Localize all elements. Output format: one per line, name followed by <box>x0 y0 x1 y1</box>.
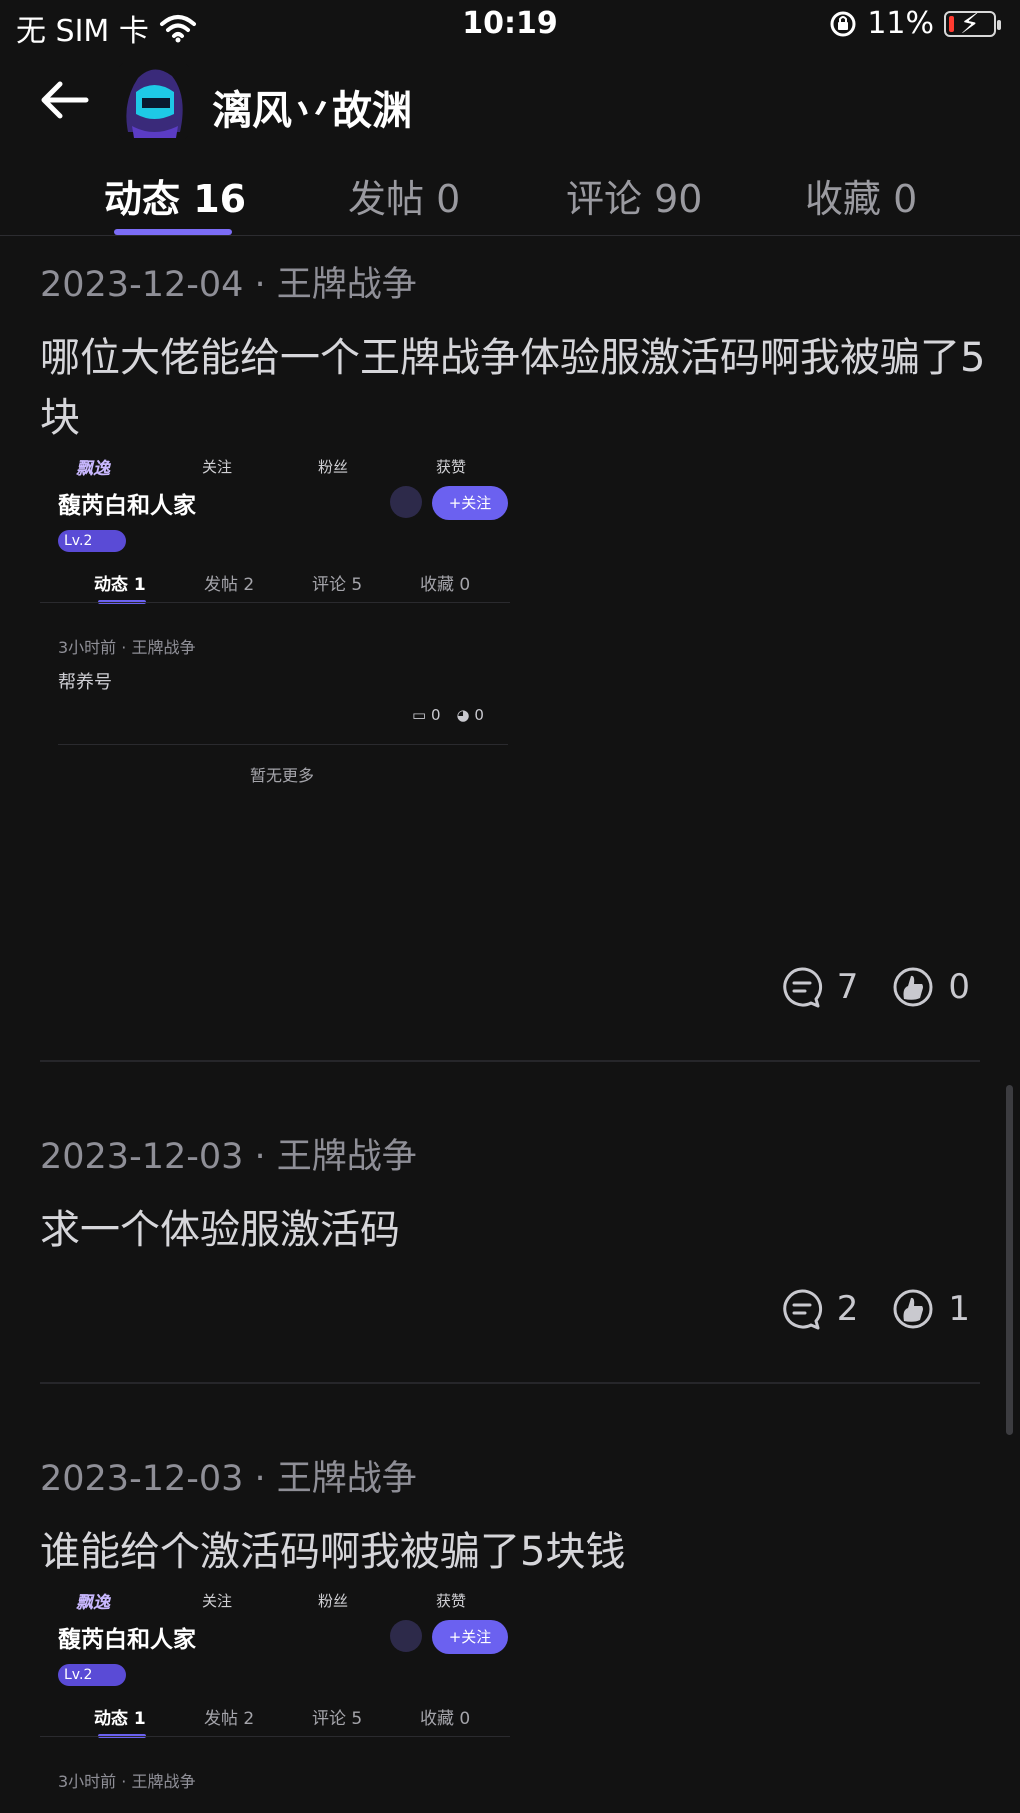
battery-percent: 11% <box>867 6 934 41</box>
post-image[interactable]: 飘逸 关注 粉丝 获赞 馥芮白和人家 +关注 Lv.2 动态 1 发帖 2 评论… <box>40 1590 510 1813</box>
divider <box>40 1060 980 1062</box>
like-button[interactable]: 1 <box>892 1288 970 1330</box>
embed-username: 馥芮白和人家 <box>58 493 196 519</box>
thumbs-up-icon <box>893 1289 933 1329</box>
embed-chat-icon <box>390 1620 422 1652</box>
embed-logo: 飘逸 <box>76 459 110 479</box>
avatar[interactable] <box>118 62 190 140</box>
profile-tabs: 动态 16 发帖 0 评论 90 收藏 0 <box>0 168 1020 235</box>
embed-likes-label: 获赞 <box>436 1592 467 1610</box>
back-arrow-icon[interactable] <box>36 72 92 128</box>
post-meta: 2023-12-04 · 王牌战争 <box>40 265 417 305</box>
embed-follow-button: +关注 <box>432 486 508 520</box>
embed-post-text: 帮养号 <box>58 672 112 693</box>
comment-button[interactable]: 7 <box>781 966 859 1008</box>
embed-level-badge: Lv.2 <box>58 530 126 552</box>
divider <box>40 1382 980 1384</box>
embed-tab: 发帖 2 <box>204 1709 255 1729</box>
divider <box>0 235 1020 236</box>
rotation-lock-icon <box>830 11 856 36</box>
embed-tab: 发帖 2 <box>204 575 255 595</box>
embed-like-count: ◕ 0 <box>456 706 484 724</box>
tab-comments[interactable]: 评论 90 <box>566 168 702 223</box>
embed-tab: 收藏 0 <box>420 575 471 595</box>
like-count: 0 <box>948 967 970 1007</box>
post-meta: 2023-12-03 · 王牌战争 <box>40 1137 417 1177</box>
embed-likes-label: 获赞 <box>436 458 467 476</box>
thumbs-up-icon <box>893 967 933 1007</box>
post-stats: 7 0 <box>747 966 970 1008</box>
embed-fans-label: 粉丝 <box>318 458 349 476</box>
post-meta: 2023-12-03 · 王牌战争 <box>40 1459 417 1499</box>
comment-icon <box>783 967 822 1008</box>
embed-chat-icon <box>390 486 422 518</box>
embed-fans-label: 粉丝 <box>318 1592 349 1610</box>
like-count: 1 <box>948 1289 970 1329</box>
embed-tab: 动态 1 <box>94 575 146 595</box>
embed-no-more: 暂无更多 <box>250 766 315 785</box>
comment-button[interactable]: 2 <box>781 1288 859 1330</box>
tab-favorites[interactable]: 收藏 0 <box>805 168 917 223</box>
tab-moments[interactable]: 动态 16 <box>104 168 246 223</box>
status-bar: 无 SIM 卡 10:19 11% ⚡ <box>0 0 1020 50</box>
post-stats: 2 1 <box>747 1288 970 1330</box>
comment-count: 7 <box>836 967 859 1007</box>
comment-count: 2 <box>836 1289 859 1329</box>
embed-post-meta: 3小时前 · 王牌战争 <box>58 1772 196 1791</box>
page-title: 漓风丷故渊 <box>212 88 412 134</box>
post-content[interactable]: 哪位大佬能给一个王牌战争体验服激活码啊我被骗了5块 <box>40 328 1000 448</box>
post-image[interactable]: 飘逸 关注 粉丝 获赞 馥芮白和人家 +关注 Lv.2 动态 1 发帖 2 评论… <box>40 456 510 816</box>
embed-post-meta: 3小时前 · 王牌战争 <box>58 638 196 657</box>
embed-logo: 飘逸 <box>76 1593 110 1613</box>
scrollbar[interactable] <box>1006 1085 1013 1435</box>
embed-tab: 收藏 0 <box>420 1709 471 1729</box>
embed-follow-button: +关注 <box>432 1620 508 1654</box>
comment-icon <box>783 1289 822 1330</box>
tab-posts[interactable]: 发帖 0 <box>348 168 460 223</box>
embed-follow-label: 关注 <box>202 458 233 476</box>
embed-comment-count: ▭ 0 <box>412 706 441 724</box>
like-button[interactable]: 0 <box>892 966 970 1008</box>
embed-tab: 评论 5 <box>312 575 363 595</box>
post-content[interactable]: 求一个体验服激活码 <box>40 1200 1000 1260</box>
embed-level-badge: Lv.2 <box>58 1664 126 1686</box>
embed-tab: 评论 5 <box>312 1709 363 1729</box>
post-content[interactable]: 谁能给个激活码啊我被骗了5块钱 <box>40 1522 1000 1582</box>
embed-username: 馥芮白和人家 <box>58 1627 196 1653</box>
embed-follow-label: 关注 <box>202 1592 233 1610</box>
embed-tab: 动态 1 <box>94 1709 146 1729</box>
battery-icon: ⚡ <box>944 7 1001 40</box>
